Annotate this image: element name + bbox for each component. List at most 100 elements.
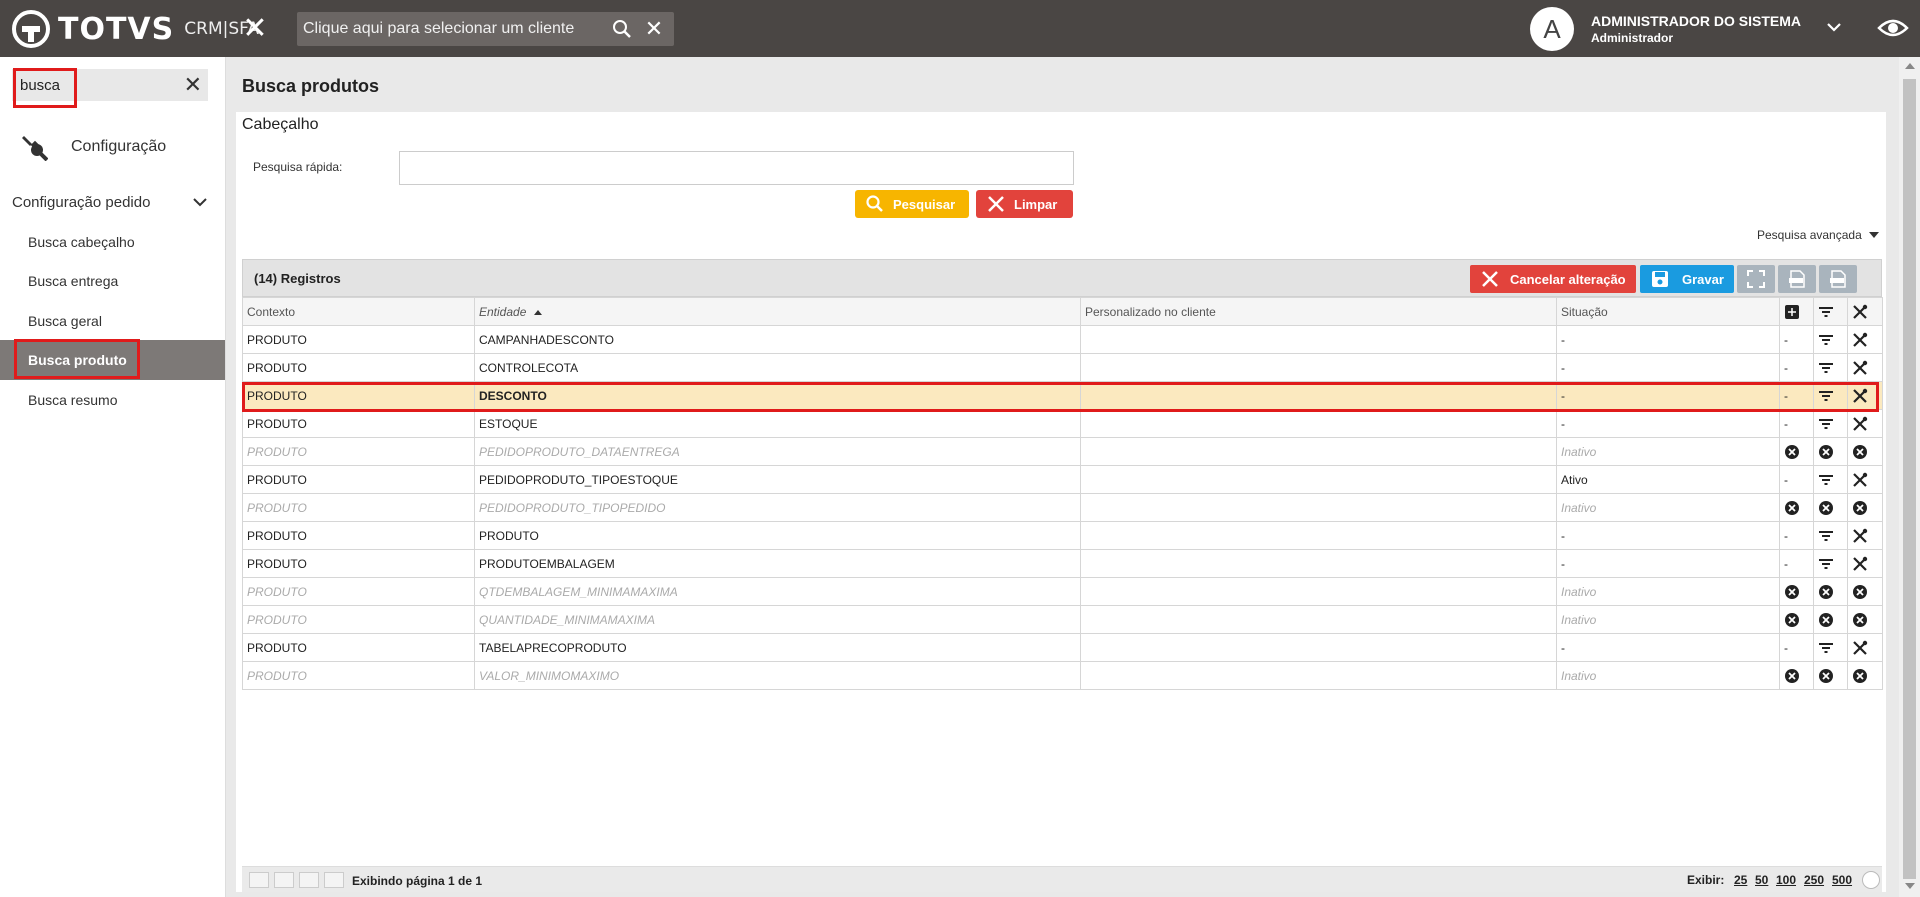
cell-situacao[interactable]: - — [1556, 521, 1780, 550]
cell-contexto[interactable]: PRODUTO — [242, 325, 475, 354]
cell-situacao[interactable]: Inativo — [1556, 605, 1780, 634]
search-icon[interactable] — [612, 19, 632, 39]
cell-situacao[interactable]: Ativo — [1556, 465, 1780, 494]
row-action-remove[interactable] — [1813, 661, 1848, 690]
cell-personalizado[interactable] — [1080, 437, 1557, 466]
cell-personalizado[interactable] — [1080, 605, 1557, 634]
row-action-filter[interactable] — [1813, 549, 1848, 578]
chevron-down-icon[interactable] — [1824, 17, 1844, 37]
cell-contexto[interactable]: PRODUTO — [242, 353, 475, 382]
row-action-remove[interactable] — [1779, 661, 1814, 690]
sidebar-item-busca-produto[interactable]: Busca produto — [0, 340, 225, 380]
cell-situacao[interactable]: - — [1556, 381, 1780, 410]
table-row[interactable]: PRODUTO PRODUTOEMBALAGEM - - — [242, 549, 1883, 578]
cell-contexto[interactable]: PRODUTO — [242, 633, 475, 662]
cell-entidade[interactable]: PEDIDOPRODUTO_TIPOESTOQUE — [474, 465, 1081, 494]
row-action-tools[interactable] — [1847, 353, 1883, 382]
first-page-button[interactable] — [249, 872, 269, 888]
cell-personalizado[interactable] — [1080, 465, 1557, 494]
table-row[interactable]: PRODUTO QTDEMBALAGEM_MINIMAMAXIMA Inativo — [242, 577, 1883, 606]
table-row[interactable]: PRODUTO TABELAPRECOPRODUTO - - — [242, 633, 1883, 662]
row-action-remove[interactable] — [1779, 577, 1814, 606]
eye-icon[interactable] — [1877, 14, 1909, 42]
cell-situacao[interactable]: - — [1556, 353, 1780, 382]
cell-personalizado[interactable] — [1080, 409, 1557, 438]
page-scrollbar[interactable] — [1899, 57, 1920, 897]
clear-search-icon[interactable]: ✕ — [184, 73, 202, 97]
cell-situacao[interactable]: Inativo — [1556, 577, 1780, 606]
row-action-tools[interactable] — [1847, 549, 1883, 578]
page-size-option[interactable]: 25 — [1734, 873, 1747, 887]
cell-entidade[interactable]: VALOR_MINIMOMAXIMO — [474, 661, 1081, 690]
previous-page-button[interactable] — [274, 872, 294, 888]
table-row[interactable]: PRODUTO PEDIDOPRODUTO_TIPOESTOQUE Ativo - — [242, 465, 1883, 494]
avatar[interactable]: A — [1530, 7, 1574, 51]
row-action-remove[interactable] — [1813, 493, 1848, 522]
column-header-personalizado[interactable]: Personalizado no cliente — [1080, 297, 1557, 326]
cell-situacao[interactable]: Inativo — [1556, 661, 1780, 690]
cell-personalizado[interactable] — [1080, 549, 1557, 578]
cell-personalizado[interactable] — [1080, 633, 1557, 662]
cell-situacao[interactable]: - — [1556, 549, 1780, 578]
row-action-remove[interactable] — [1813, 577, 1848, 606]
row-action-tools[interactable] — [1847, 521, 1883, 550]
user-name[interactable]: ADMINISTRADOR DO SISTEMA — [1591, 13, 1801, 29]
cell-contexto[interactable]: PRODUTO — [242, 409, 475, 438]
row-action-filter[interactable] — [1813, 353, 1848, 382]
cell-contexto[interactable]: PRODUTO — [242, 465, 475, 494]
row-action-tools[interactable] — [1847, 325, 1883, 354]
client-search-input[interactable] — [297, 20, 597, 38]
clear-client-icon[interactable]: ✕ — [642, 17, 666, 41]
scroll-down-arrow[interactable] — [1905, 883, 1915, 889]
row-action-tools[interactable] — [1847, 409, 1883, 438]
sidebar-item-busca-geral[interactable]: Busca geral — [0, 301, 225, 341]
row-action-filter[interactable] — [1813, 521, 1848, 550]
column-header-filter-icon[interactable] — [1813, 297, 1848, 326]
page-size-option[interactable]: 250 — [1804, 873, 1824, 887]
next-page-button[interactable] — [299, 872, 319, 888]
table-row[interactable]: PRODUTO CAMPANHADESCONTO - - — [242, 325, 1883, 354]
cell-personalizado[interactable] — [1080, 577, 1557, 606]
row-action-remove[interactable] — [1813, 437, 1848, 466]
menu-search-input[interactable] — [12, 69, 182, 101]
cell-situacao[interactable]: - — [1556, 409, 1780, 438]
cell-situacao[interactable]: - — [1556, 633, 1780, 662]
cell-personalizado[interactable] — [1080, 661, 1557, 690]
cell-entidade[interactable]: PRODUTO — [474, 521, 1081, 550]
cell-entidade[interactable]: PEDIDOPRODUTO_DATAENTREGA — [474, 437, 1081, 466]
totvs-logo[interactable]: TOTVS CRM|SFA — [12, 10, 259, 48]
row-action-remove[interactable] — [1847, 605, 1883, 634]
menu-search-box[interactable]: ✕ — [12, 69, 208, 101]
column-header-grid-icon[interactable] — [1779, 297, 1814, 326]
row-action-remove[interactable] — [1779, 605, 1814, 634]
row-action-filter[interactable] — [1813, 381, 1848, 410]
row-action-filter[interactable] — [1813, 325, 1848, 354]
cell-contexto[interactable]: PRODUTO — [242, 605, 475, 634]
row-action-remove[interactable] — [1847, 493, 1883, 522]
table-row[interactable]: PRODUTO PEDIDOPRODUTO_TIPOPEDIDO Inativo — [242, 493, 1883, 522]
row-action-remove[interactable] — [1847, 661, 1883, 690]
row-action-remove[interactable] — [1847, 437, 1883, 466]
cell-personalizado[interactable] — [1080, 325, 1557, 354]
client-search-box[interactable]: ✕ — [297, 12, 674, 46]
column-header-tools-icon[interactable] — [1847, 297, 1883, 326]
sidebar-item-busca-resumo[interactable]: Busca resumo — [0, 380, 225, 420]
column-header-contexto[interactable]: Contexto — [242, 297, 475, 326]
export-xls-button[interactable] — [1819, 265, 1857, 293]
cell-personalizado[interactable] — [1080, 353, 1557, 382]
cell-situacao[interactable]: Inativo — [1556, 493, 1780, 522]
cell-personalizado[interactable] — [1080, 493, 1557, 522]
row-action-filter[interactable] — [1813, 633, 1848, 662]
caret-down-icon[interactable] — [1869, 232, 1879, 238]
page-size-option[interactable]: 100 — [1776, 873, 1796, 887]
cell-entidade[interactable]: CAMPANHADESCONTO — [474, 325, 1081, 354]
close-menu-icon[interactable]: ✕ — [238, 12, 272, 46]
cell-contexto[interactable]: PRODUTO — [242, 549, 475, 578]
cell-entidade[interactable]: TABELAPRECOPRODUTO — [474, 633, 1081, 662]
cell-situacao[interactable]: - — [1556, 325, 1780, 354]
cell-contexto[interactable]: PRODUTO — [242, 493, 475, 522]
sidebar-group-configuracao-pedido[interactable]: Configuração pedido — [12, 184, 212, 220]
cell-entidade[interactable]: PRODUTOEMBALAGEM — [474, 549, 1081, 578]
cell-contexto[interactable]: PRODUTO — [242, 437, 475, 466]
cell-contexto[interactable]: PRODUTO — [242, 577, 475, 606]
